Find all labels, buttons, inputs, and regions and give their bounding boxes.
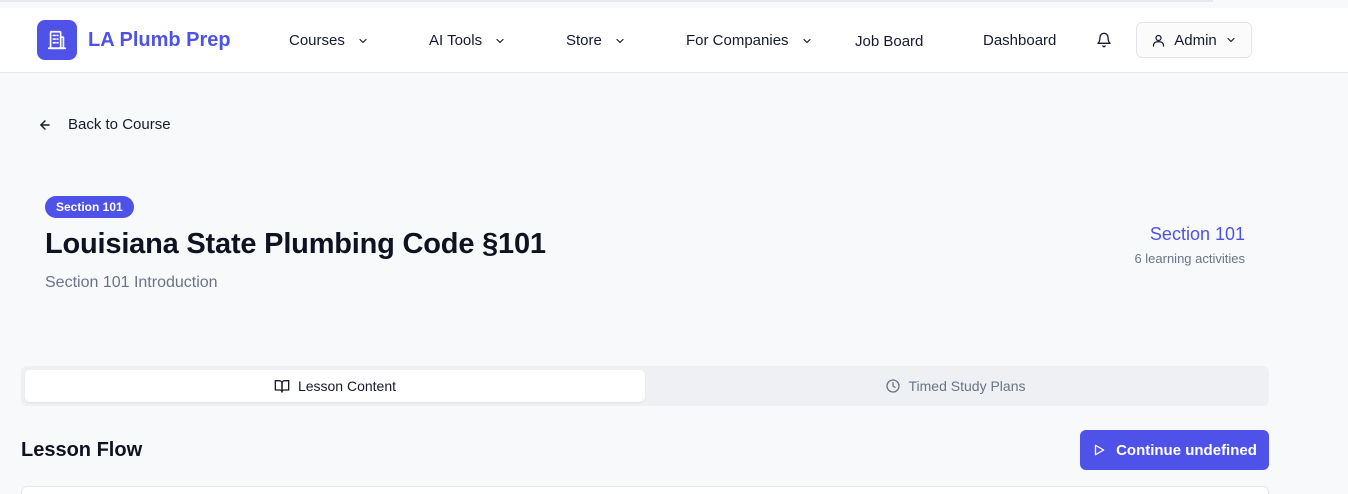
tab-lesson-content-label: Lesson Content [297,378,397,394]
page-title: Louisiana State Plumbing Code §101 [45,228,546,260]
back-to-course-link[interactable]: Back to Course [38,116,171,133]
logo[interactable] [37,20,77,60]
continue-button[interactable]: Continue undefined [1080,430,1269,470]
user-menu-button[interactable]: Admin [1136,22,1252,58]
lesson-flow-title: Lesson Flow [21,439,143,461]
lesson-flow-card [21,486,1269,494]
nav-for-companies-label: For Companies [686,32,789,49]
nav-courses[interactable]: Courses [289,32,369,49]
bell-icon[interactable] [1096,32,1112,48]
chevron-down-icon [802,38,811,43]
content-tabs: Lesson Content Timed Study Plans [21,366,1269,406]
clock-icon [885,379,900,393]
chevron-down-icon [1227,37,1235,43]
top-navigation: LA Plumb Prep Courses AI Tools Store For… [0,8,1348,73]
user-icon [1153,34,1165,47]
continue-button-label: Continue undefined [1116,441,1257,459]
chevron-down-icon [616,38,624,43]
book-open-icon [274,380,290,393]
nav-store[interactable]: Store [566,32,626,49]
tab-timed-study-plans-label: Timed Study Plans [908,378,1026,394]
chevron-down-icon [496,38,504,43]
nav-dashboard-label: Dashboard [983,32,1057,49]
chevron-down-icon [359,38,367,43]
top-divider [0,0,1213,2]
tab-timed-study-plans[interactable]: Timed Study Plans [645,370,1265,402]
section-summary: Section 101 6 learning activities [1134,224,1245,266]
arrow-left-icon [40,119,50,130]
nav-ai-tools-label: AI Tools [429,32,483,49]
back-to-course-label: Back to Course [68,116,171,133]
play-icon [1094,444,1105,456]
nav-job-board[interactable]: Job Board [855,33,923,50]
building-icon [47,30,67,50]
tab-lesson-content[interactable]: Lesson Content [25,370,645,402]
page-subtitle: Section 101 Introduction [45,274,218,291]
activities-count: 6 learning activities [1134,251,1245,266]
section-label: Section 101 [1149,224,1245,244]
brand-name[interactable]: LA Plumb Prep [88,29,231,52]
nav-for-companies[interactable]: For Companies [686,32,813,49]
nav-ai-tools[interactable]: AI Tools [429,32,506,49]
nav-store-label: Store [566,32,602,49]
nav-dashboard[interactable]: Dashboard [983,32,1056,49]
nav-courses-label: Courses [289,32,345,49]
nav-job-board-label: Job Board [855,33,924,50]
user-menu-label: Admin [1174,31,1217,49]
section-badge: Section 101 [45,196,134,218]
